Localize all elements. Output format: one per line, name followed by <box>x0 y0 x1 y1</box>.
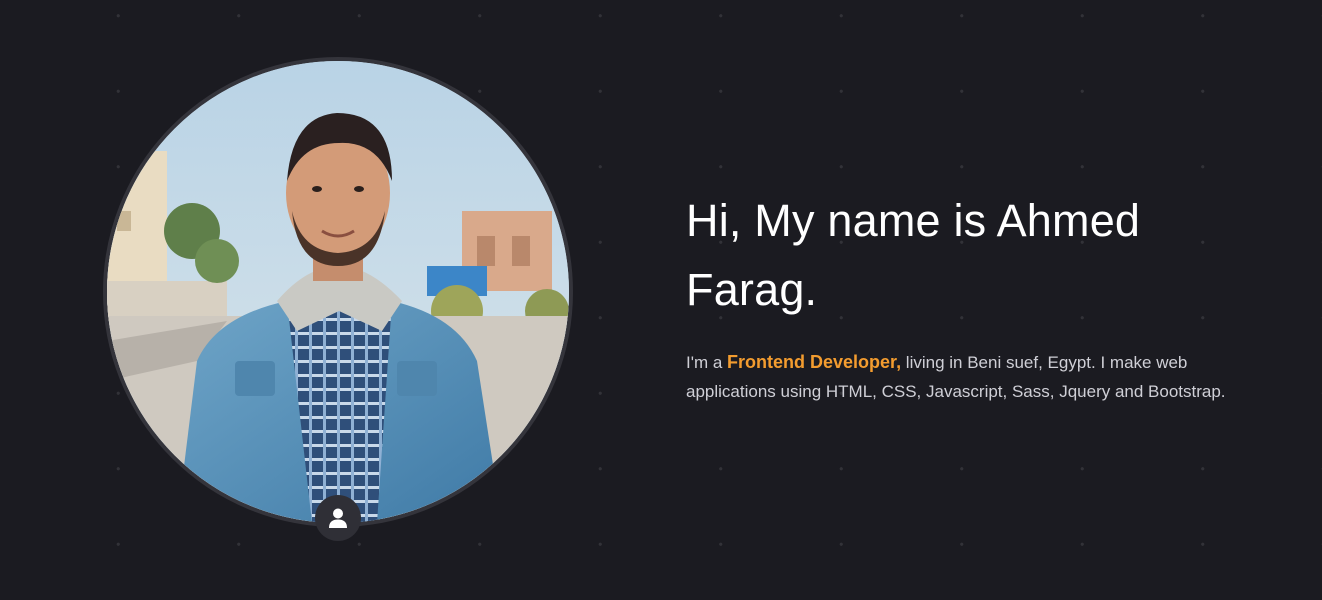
bio-prefix: I'm a <box>686 353 728 372</box>
profile-photo-container <box>103 57 573 541</box>
bio-paragraph: I'm a Frontend Developer, living in Beni… <box>686 348 1226 406</box>
bio-role-highlight: Frontend Developer, <box>727 352 902 372</box>
page-title: Hi, My name is Ahmed Farag. <box>686 195 1141 315</box>
intro-text: Hi, My name is Ahmed Farag. I'm a Fronte… <box>686 186 1226 406</box>
avatar-badge[interactable] <box>315 495 361 541</box>
hero-section: Hi, My name is Ahmed Farag. I'm a Fronte… <box>0 0 1322 600</box>
profile-photo <box>103 57 573 527</box>
profile-photo-image <box>107 61 569 523</box>
user-icon <box>329 508 347 528</box>
